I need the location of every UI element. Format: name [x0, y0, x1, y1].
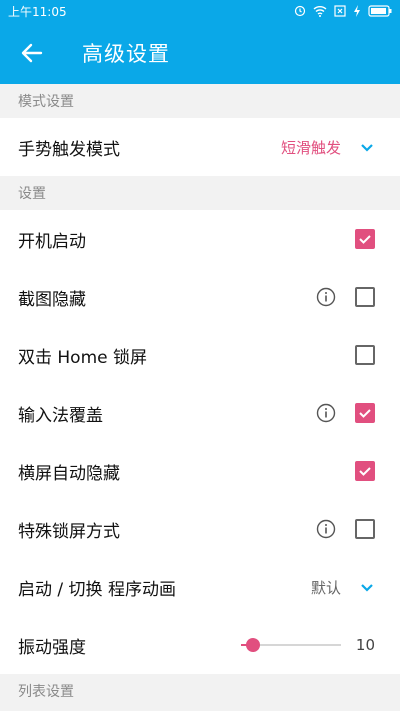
row-screenshot-hide[interactable]: 截图隐藏 — [0, 268, 400, 326]
row-ime-cover[interactable]: 输入法覆盖 — [0, 384, 400, 442]
page-title: 高级设置 — [82, 42, 170, 66]
section-header-list: 列表设置 — [0, 674, 400, 708]
section-header-mode: 模式设置 — [0, 84, 400, 118]
boot-start-checkbox[interactable] — [354, 229, 375, 249]
app-animation-value[interactable]: 默认 — [311, 577, 341, 598]
app-bar: 高级设置 — [0, 22, 400, 84]
row-label: 手势触发模式 — [18, 139, 120, 160]
sim-icon — [334, 5, 346, 17]
charging-icon — [354, 5, 360, 17]
gesture-mode-value[interactable]: 短滑触发 — [281, 137, 341, 158]
double-home-lock-checkbox[interactable] — [354, 345, 375, 365]
back-button[interactable] — [18, 39, 46, 67]
row-label: 振动强度 — [18, 637, 86, 658]
check-icon — [358, 235, 371, 244]
status-time: 上午11:05 — [8, 4, 67, 19]
wifi-icon — [313, 6, 327, 17]
info-icon[interactable] — [316, 403, 336, 423]
check-icon — [358, 467, 371, 476]
status-bar: 上午11:05 — [0, 0, 400, 22]
ime-cover-checkbox[interactable] — [354, 403, 375, 423]
row-label: 特殊锁屏方式 — [18, 521, 120, 542]
row-label: 横屏自动隐藏 — [18, 463, 120, 484]
chevron-down-icon[interactable] — [359, 139, 375, 155]
row-label: 输入法覆盖 — [18, 405, 103, 426]
alarm-icon — [294, 5, 306, 17]
check-icon — [358, 409, 371, 418]
row-gesture-mode[interactable]: 手势触发模式 短滑触发 — [0, 118, 400, 176]
row-label: 截图隐藏 — [18, 289, 86, 310]
landscape-auto-hide-checkbox[interactable] — [354, 461, 375, 481]
row-app-animation[interactable]: 启动 / 切换 程序动画 默认 — [0, 558, 400, 616]
row-double-home-lock[interactable]: 双击 Home 锁屏 — [0, 326, 400, 384]
row-label: 开机启动 — [18, 231, 86, 252]
row-vibration-strength: 振动强度 10 — [0, 616, 400, 674]
status-icons — [294, 5, 392, 17]
slider-thumb[interactable] — [246, 638, 260, 652]
row-special-lock[interactable]: 特殊锁屏方式 — [0, 500, 400, 558]
special-lock-checkbox[interactable] — [354, 519, 375, 539]
row-boot-start[interactable]: 开机启动 — [0, 210, 400, 268]
section-header-settings: 设置 — [0, 176, 400, 210]
info-icon[interactable] — [316, 519, 336, 539]
chevron-down-icon[interactable] — [359, 579, 375, 595]
info-icon[interactable] — [316, 287, 336, 307]
row-label: 启动 / 切换 程序动画 — [18, 579, 176, 600]
vibration-value: 10 — [355, 636, 375, 654]
row-label: 双击 Home 锁屏 — [18, 347, 148, 368]
row-landscape-auto-hide[interactable]: 横屏自动隐藏 — [0, 442, 400, 500]
arrow-left-icon — [21, 43, 43, 63]
battery-icon — [368, 5, 392, 17]
screenshot-hide-checkbox[interactable] — [354, 287, 375, 307]
vibration-slider[interactable] — [241, 635, 341, 655]
